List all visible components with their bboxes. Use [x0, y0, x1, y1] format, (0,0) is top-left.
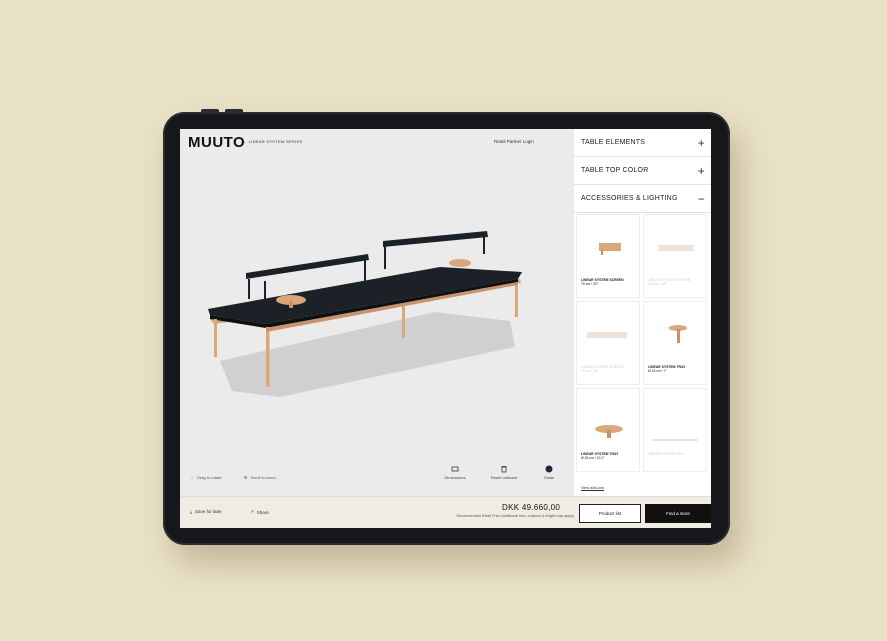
rail-thumbnail	[652, 439, 698, 441]
product-label: LINEAR SYSTEM RAIL	[648, 452, 684, 456]
linear-screen	[383, 231, 488, 247]
dimensions-icon	[451, 466, 459, 472]
product-card[interactable]: LINEAR SYSTEM RAIL	[643, 388, 707, 472]
table-leg	[214, 319, 217, 357]
tray-thumbnail	[669, 325, 687, 343]
guide-button[interactable]: Guide	[529, 465, 569, 480]
product-card[interactable]: LINEAR SYSTEM TRAY Ø 18 cm / 7"	[643, 301, 707, 385]
scroll-icon: ⊞	[244, 475, 248, 480]
share-icon: ↗	[250, 509, 254, 514]
screen-thumbnail	[599, 243, 621, 255]
dimensions-button[interactable]: Dimensions	[435, 465, 475, 480]
app-screen: MUUTO ← LINEAR SYSTEM SERIES Retail Part…	[180, 129, 711, 528]
accessory-grid: LINEAR SYSTEM SCREEN 75 cm / 30" LINEAR S…	[576, 214, 709, 478]
find-store-button[interactable]: Find a store	[645, 504, 711, 523]
scroll-hint: ⊞ Scroll to zoom	[244, 475, 276, 480]
save-for-later-button[interactable]: ⤓ Save for later	[190, 509, 222, 514]
drag-hint: ⇔ Drag to rotate	[190, 475, 222, 480]
reset-button[interactable]: Reset onboard	[484, 465, 524, 480]
bottom-bar: ⤓ Save for later ↗ Share DKK 49.660,00 R…	[180, 496, 711, 528]
price-note: Recommended Retail Price (additional fee…	[456, 514, 574, 518]
drag-icon: ⇔	[190, 475, 194, 480]
product-card[interactable]: LINEAR SYSTEM SCREEN 150 cm / 59"	[643, 214, 707, 298]
section-table-elements[interactable]: TABLE ELEMENTS +	[574, 129, 711, 157]
product-label: LINEAR SYSTEM SCREEN 75 cm / 30"	[581, 278, 624, 287]
trash-icon	[501, 466, 507, 473]
tablet-frame: MUUTO ← LINEAR SYSTEM SERIES Retail Part…	[163, 109, 730, 545]
table-render[interactable]	[180, 129, 574, 496]
section-accessories-lighting[interactable]: ACCESSORIES & LIGHTING −	[574, 185, 711, 213]
configurator-panel: TABLE ELEMENTS + TABLE TOP COLOR + ACCES…	[574, 129, 711, 496]
screen-post	[364, 260, 366, 286]
3d-viewer[interactable]: MUUTO ← LINEAR SYSTEM SERIES Retail Part…	[180, 129, 574, 496]
screen-post	[264, 281, 266, 307]
screen-thumbnail	[587, 332, 627, 338]
collapse-icon[interactable]: −	[698, 193, 705, 205]
product-list-button[interactable]: Product list	[579, 504, 641, 523]
expand-icon[interactable]: +	[698, 137, 705, 149]
product-label: LINEAR SYSTEM SCREEN 150 cm / 59"	[648, 278, 691, 287]
section-table-top-color[interactable]: TABLE TOP COLOR +	[574, 157, 711, 185]
tablet-button	[201, 109, 219, 112]
product-card[interactable]: LINEAR SYSTEM SCREEN 75 cm / 30"	[576, 214, 640, 298]
product-card[interactable]: LINEAR SYSTEM SCREEN 75 cm / 30"	[576, 301, 640, 385]
download-icon: ⤓	[190, 509, 192, 514]
expand-icon[interactable]: +	[698, 165, 705, 177]
screen-post	[384, 246, 386, 269]
guide-icon	[545, 465, 553, 473]
screen-post	[248, 279, 250, 299]
tray-thumbnail	[595, 425, 623, 438]
product-label: LINEAR SYSTEM TRAY Ø 18 cm / 7"	[648, 365, 686, 374]
share-button[interactable]: ↗ Share	[250, 509, 269, 515]
table-leg	[266, 327, 270, 387]
screen-thumbnail	[658, 245, 694, 251]
linear-screen	[246, 254, 369, 279]
product-label: LINEAR SYSTEM SCREEN 75 cm / 30"	[581, 365, 624, 374]
tray-stem	[289, 301, 293, 308]
tablet-button	[225, 109, 243, 112]
product-label: LINEAR SYSTEM TRAY Ø 26 cm / 10.2"	[581, 452, 619, 461]
view-addons-link[interactable]: View add-ons	[581, 486, 604, 490]
total-price: DKK 49.660,00	[502, 503, 561, 512]
linear-tray	[449, 259, 471, 267]
product-card[interactable]: LINEAR SYSTEM TRAY Ø 26 cm / 10.2"	[576, 388, 640, 472]
